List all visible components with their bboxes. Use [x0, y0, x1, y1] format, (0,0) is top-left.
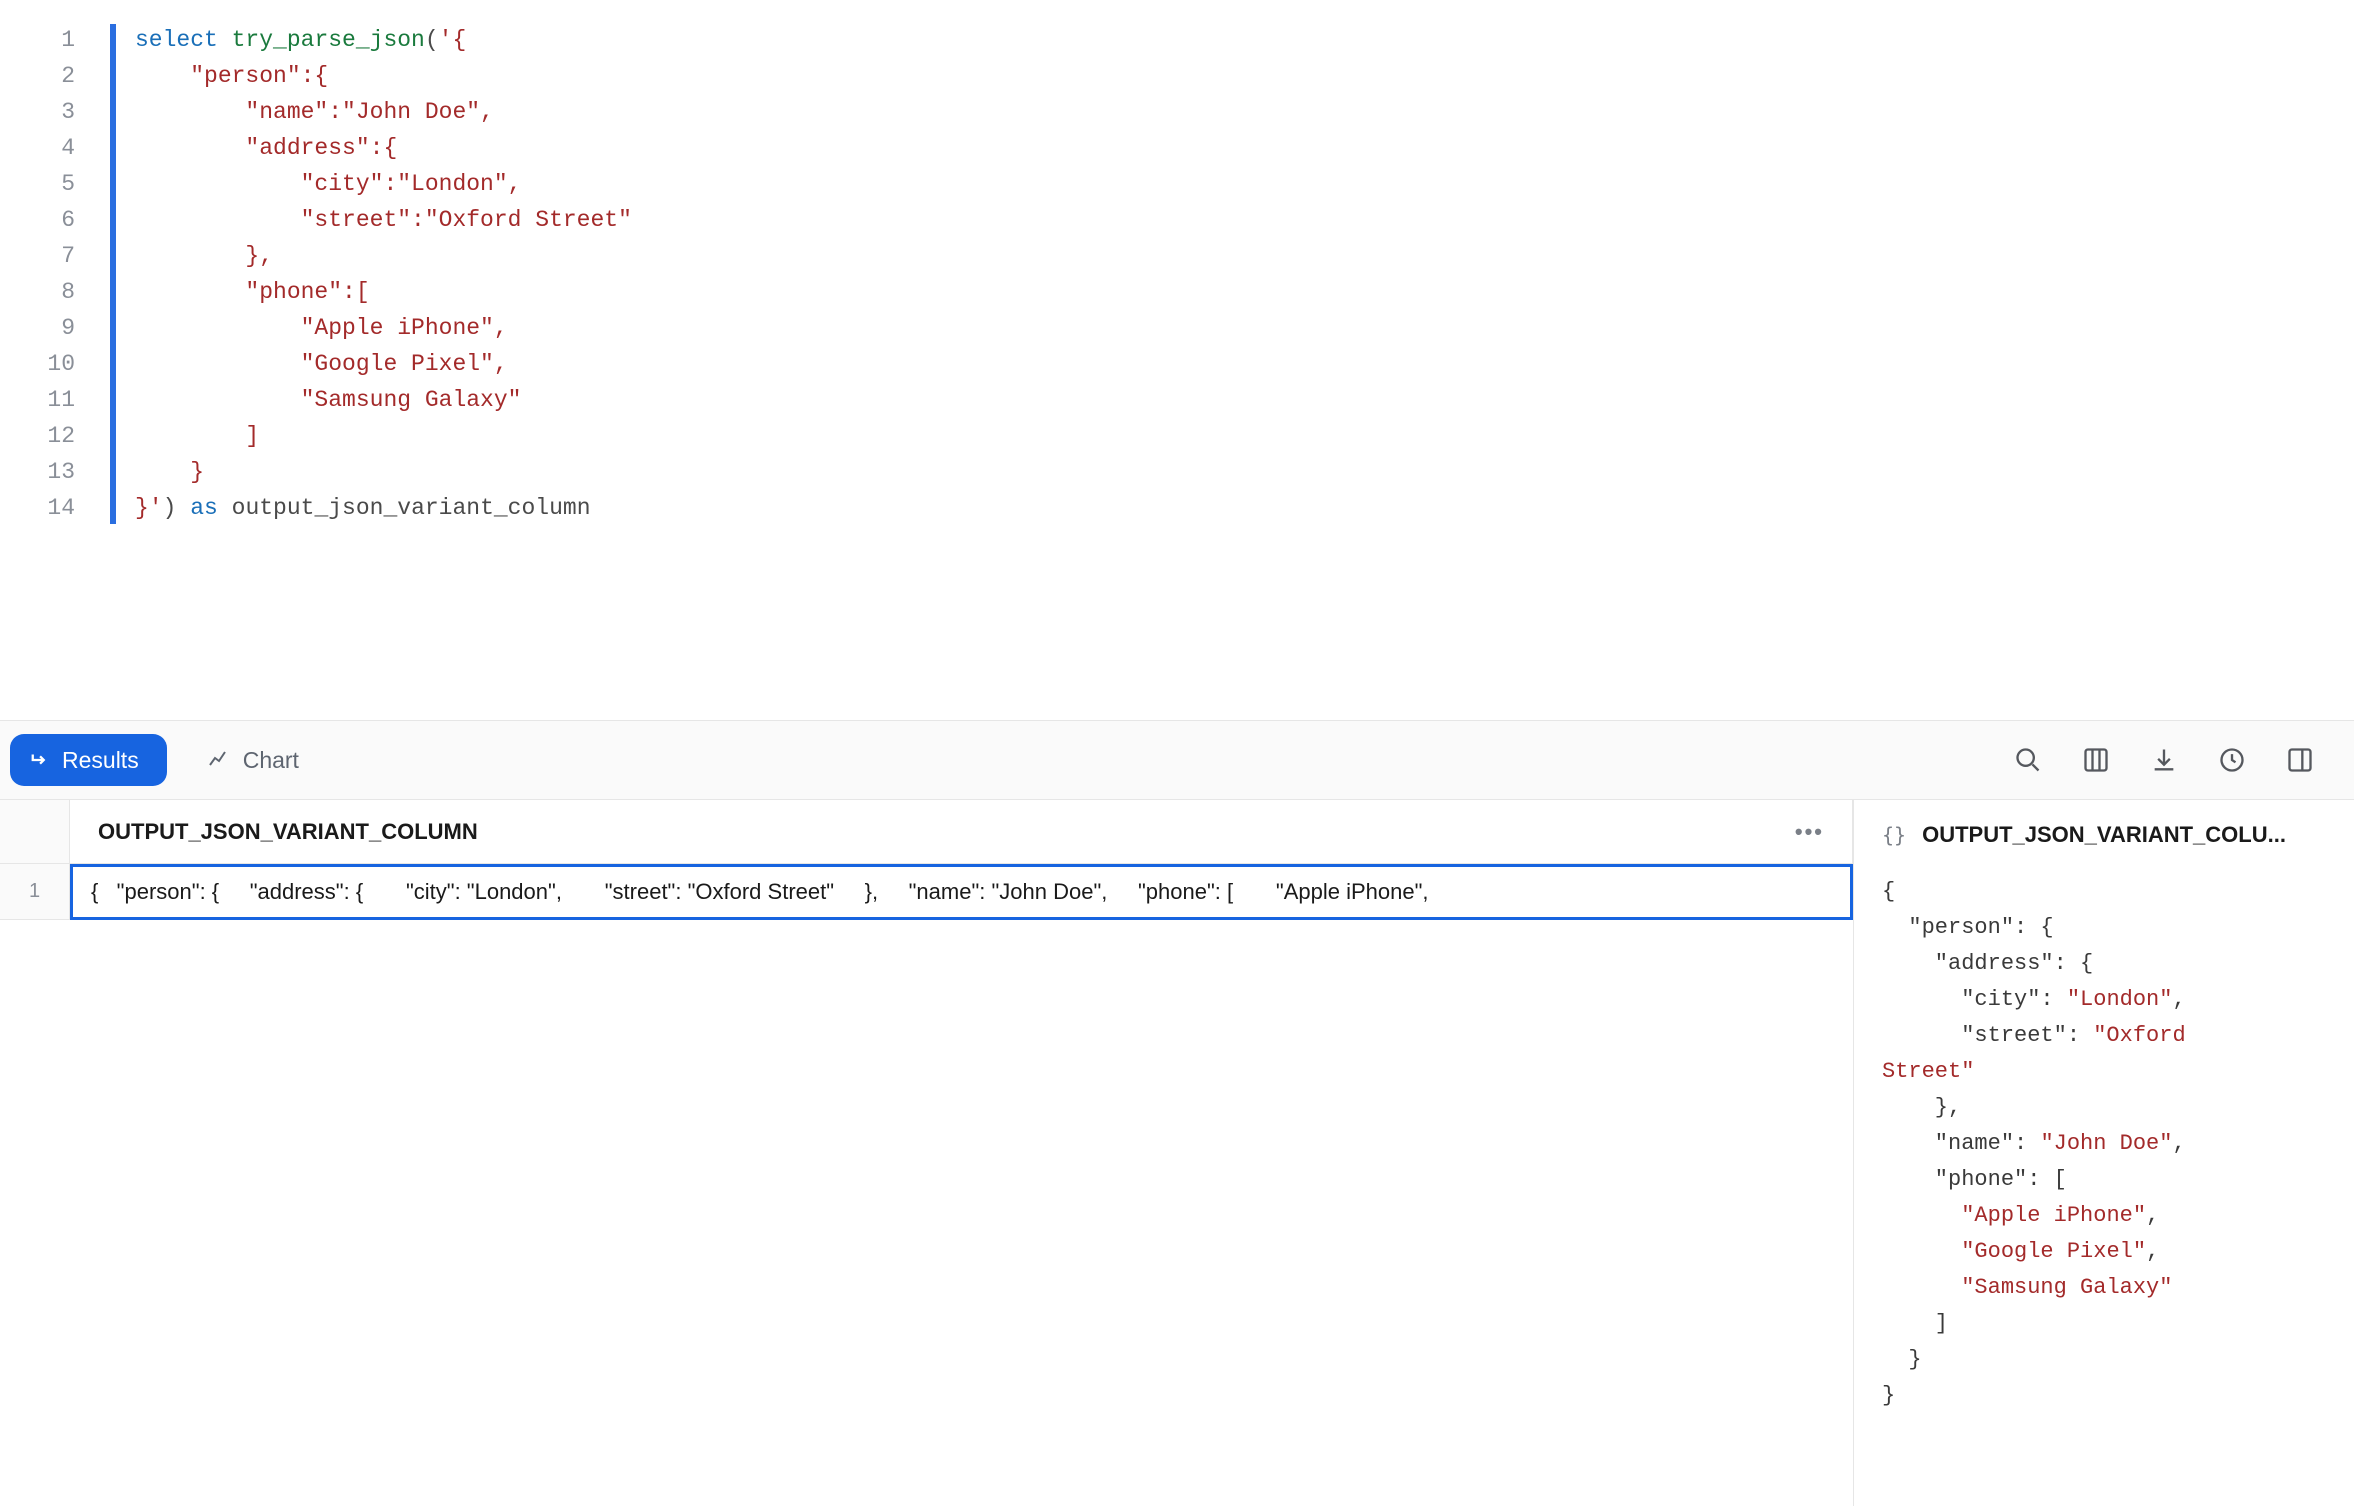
json-line: "address": {: [1882, 946, 2326, 982]
row-number-header: [0, 800, 70, 863]
json-line: },: [1882, 1090, 2326, 1126]
line-number: 6: [0, 202, 75, 238]
code-line[interactable]: "phone":[: [110, 274, 2354, 310]
grid-header-row: OUTPUT_JSON_VARIANT_COLUMN •••: [0, 800, 1853, 864]
toolbar-actions: [2014, 746, 2344, 774]
column-menu-icon[interactable]: •••: [1795, 819, 1824, 845]
variant-type-badge: {}: [1882, 823, 1906, 847]
results-arrow-icon: [30, 749, 52, 771]
line-number: 14: [0, 490, 75, 526]
line-number: 5: [0, 166, 75, 202]
json-line: "name": "John Doe",: [1882, 1126, 2326, 1162]
json-line: "Samsung Galaxy": [1882, 1270, 2326, 1306]
search-icon[interactable]: [2014, 746, 2042, 774]
column-header-label: OUTPUT_JSON_VARIANT_COLUMN: [98, 819, 478, 845]
json-line: "street": "Oxford: [1882, 1018, 2326, 1054]
json-line: "person": {: [1882, 910, 2326, 946]
results-toolbar: Results Chart: [0, 720, 2354, 800]
code-editor[interactable]: 1234567891011121314 select try_parse_jso…: [0, 0, 2354, 720]
code-line[interactable]: ]: [110, 418, 2354, 454]
code-line[interactable]: "street":"Oxford Street": [110, 202, 2354, 238]
detail-json-viewer[interactable]: { "person": { "address": { "city": "Lond…: [1882, 874, 2326, 1414]
cell-detail-panel: {} OUTPUT_JSON_VARIANT_COLU... { "person…: [1854, 800, 2354, 1506]
chart-line-icon: [207, 748, 231, 772]
code-line[interactable]: "city":"London",: [110, 166, 2354, 202]
json-line: "phone": [: [1882, 1162, 2326, 1198]
code-line[interactable]: "address":{: [110, 130, 2354, 166]
column-header[interactable]: OUTPUT_JSON_VARIANT_COLUMN •••: [70, 800, 1853, 863]
download-icon[interactable]: [2150, 746, 2178, 774]
line-number: 13: [0, 454, 75, 490]
line-number: 4: [0, 130, 75, 166]
detail-column-name: OUTPUT_JSON_VARIANT_COLU...: [1922, 822, 2286, 848]
line-number: 10: [0, 346, 75, 382]
row-number: 1: [0, 864, 70, 920]
code-area[interactable]: select try_parse_json('{ "person":{ "nam…: [110, 0, 2354, 720]
history-icon[interactable]: [2218, 746, 2246, 774]
code-line[interactable]: "Samsung Galaxy": [110, 382, 2354, 418]
code-line[interactable]: },: [110, 238, 2354, 274]
code-line[interactable]: "person":{: [110, 58, 2354, 94]
results-tab[interactable]: Results: [10, 734, 167, 786]
table-row[interactable]: 1 { "person": { "address": { "city": "Lo…: [0, 864, 1853, 920]
code-line[interactable]: }') as output_json_variant_column: [110, 490, 2354, 526]
chart-tab[interactable]: Chart: [207, 747, 299, 774]
json-line: Street": [1882, 1054, 2326, 1090]
results-tab-label: Results: [62, 747, 139, 774]
line-number: 7: [0, 238, 75, 274]
json-line: }: [1882, 1378, 2326, 1414]
columns-icon[interactable]: [2082, 746, 2110, 774]
code-line[interactable]: select try_parse_json('{: [110, 22, 2354, 58]
code-line[interactable]: }: [110, 454, 2354, 490]
chart-tab-label: Chart: [243, 747, 299, 774]
line-number: 11: [0, 382, 75, 418]
code-line[interactable]: "Google Pixel",: [110, 346, 2354, 382]
detail-header: {} OUTPUT_JSON_VARIANT_COLU...: [1882, 822, 2326, 848]
code-line[interactable]: "name":"John Doe",: [110, 94, 2354, 130]
cell-value: { "person": { "address": { "city": "Lond…: [91, 879, 1429, 905]
results-area: OUTPUT_JSON_VARIANT_COLUMN ••• 1 { "pers…: [0, 800, 2354, 1506]
results-grid[interactable]: OUTPUT_JSON_VARIANT_COLUMN ••• 1 { "pers…: [0, 800, 1854, 1506]
line-gutter: 1234567891011121314: [0, 0, 110, 720]
code-line[interactable]: "Apple iPhone",: [110, 310, 2354, 346]
line-number: 12: [0, 418, 75, 454]
line-number: 8: [0, 274, 75, 310]
line-number: 9: [0, 310, 75, 346]
json-line: "city": "London",: [1882, 982, 2326, 1018]
grid-cell-selected[interactable]: { "person": { "address": { "city": "Lond…: [70, 864, 1853, 920]
json-line: "Apple iPhone",: [1882, 1198, 2326, 1234]
json-line: }: [1882, 1342, 2326, 1378]
line-number: 1: [0, 22, 75, 58]
json-line: "Google Pixel",: [1882, 1234, 2326, 1270]
panel-toggle-icon[interactable]: [2286, 746, 2314, 774]
json-line: ]: [1882, 1306, 2326, 1342]
json-line: {: [1882, 874, 2326, 910]
line-number: 3: [0, 94, 75, 130]
line-number: 2: [0, 58, 75, 94]
